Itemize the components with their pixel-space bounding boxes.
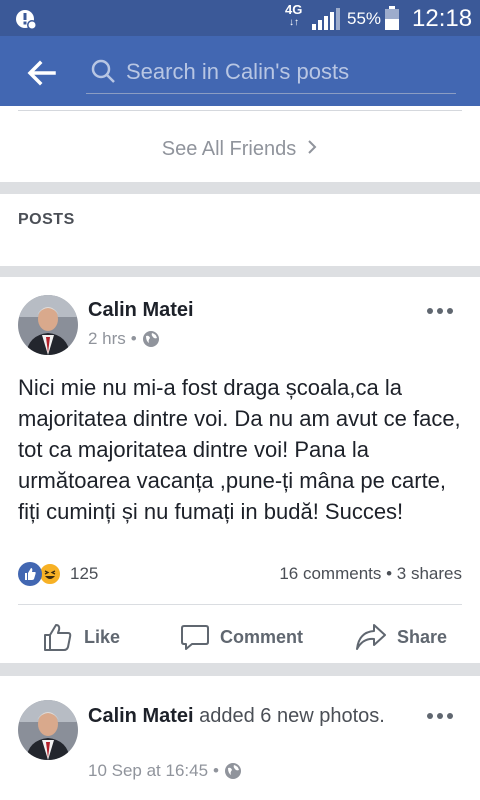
globe-icon [142, 331, 159, 347]
post-author[interactable]: Calin Matei [88, 705, 194, 727]
friends-card: See All Friends [0, 106, 480, 182]
share-button[interactable]: Share [355, 620, 447, 654]
signal-icon [312, 8, 340, 30]
more-options-icon[interactable] [426, 712, 454, 720]
reactions-summary[interactable]: 125 [18, 562, 98, 586]
post-meta: 10 Sep at 16:45 • [88, 761, 242, 781]
like-reaction-icon [18, 562, 42, 586]
clock: 12:18 [412, 5, 473, 32]
network-activity-icon: ↓↑ [289, 17, 299, 28]
like-label: Like [84, 626, 121, 647]
comment-button[interactable]: Comment [180, 620, 303, 654]
post-meta: 2 hrs • [88, 329, 160, 349]
app-bar: Search in Calin's posts [0, 36, 480, 106]
comments-shares-count[interactable]: 16 comments • 3 shares [279, 564, 462, 584]
avatar[interactable] [18, 295, 78, 355]
search-placeholder: Search in Calin's posts [126, 59, 350, 84]
battery-icon [385, 6, 399, 30]
see-all-friends-link[interactable]: See All Friends [0, 138, 480, 161]
search-input[interactable]: Search in Calin's posts [86, 54, 456, 94]
post-card: Calin Matei added 6 new photos. 10 Sep a… [0, 676, 480, 800]
comment-icon [181, 625, 209, 650]
battery-percentage: 55% [347, 9, 382, 28]
post-card: Calin Matei 2 hrs • Nici mie nu mi-a fos… [0, 277, 480, 663]
post-text: Nici mie nu mi-a fost draga școala,ca la… [18, 375, 461, 524]
divider [18, 604, 462, 605]
see-all-friends-label: See All Friends [161, 138, 297, 160]
comment-label: Comment [220, 626, 304, 647]
meta-separator: • [213, 761, 219, 780]
posts-heading: POSTS [18, 211, 75, 228]
globe-icon [225, 763, 241, 779]
divider [18, 110, 462, 111]
status-bar: 4G ↓↑ 55% 12:18 [0, 0, 480, 36]
share-icon [356, 624, 386, 650]
post-time[interactable]: 2 hrs [88, 329, 126, 349]
share-label: Share [397, 626, 448, 647]
chevron-right-icon [306, 138, 318, 161]
post-author[interactable]: Calin Matei [88, 299, 194, 322]
network-type: 4G [285, 2, 303, 17]
post-header: Calin Matei added 6 new photos. [88, 703, 428, 730]
posts-section: POSTS [0, 194, 480, 266]
more-options-icon[interactable] [426, 307, 454, 315]
reaction-count: 125 [70, 564, 99, 583]
avatar[interactable] [18, 700, 78, 760]
meta-separator: • [130, 329, 137, 348]
post-action-text: added 6 new photos. [193, 705, 385, 727]
post-time[interactable]: 10 Sep at 16:45 [88, 761, 208, 781]
back-arrow-icon[interactable] [24, 56, 58, 90]
thumbs-up-icon [44, 624, 72, 651]
like-button[interactable]: Like [42, 620, 120, 654]
search-icon [91, 59, 115, 83]
notification-icon [16, 10, 37, 30]
